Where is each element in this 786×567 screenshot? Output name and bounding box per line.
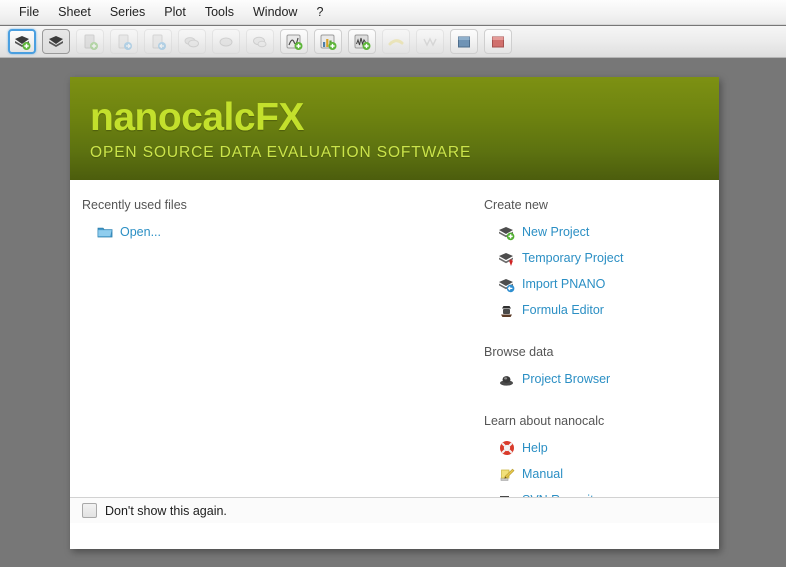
section-heading-browse-data: Browse data (484, 345, 554, 359)
menu-file[interactable]: File (10, 2, 48, 22)
section-browse-data: Browse data Project Browser (484, 345, 709, 390)
toolbar-new-project-button[interactable] (8, 29, 36, 54)
link-project-browser[interactable]: Project Browser (484, 368, 709, 390)
folder-icon (96, 224, 113, 241)
recent-files-column: Recently used files Open... (82, 198, 472, 267)
section-recent-files: Recently used files Open... (82, 198, 472, 243)
dialog-body: Recently used files Open... Create new N… (70, 180, 719, 523)
formula-editor-icon (498, 302, 515, 319)
toolbar-series-copy-button[interactable] (246, 29, 274, 54)
section-heading-create-new: Create new (484, 198, 548, 212)
project-browser-icon (498, 371, 515, 388)
link-help-label: Help (522, 441, 548, 455)
menu-help[interactable]: ? (307, 2, 332, 22)
link-open[interactable]: Open... (82, 221, 472, 243)
link-new-project[interactable]: New Project (484, 221, 709, 243)
toolbar-highlight-button[interactable] (382, 29, 410, 54)
link-project-browser-label: Project Browser (522, 372, 611, 386)
dialog-banner: nanocalcFX OPEN SOURCE DATA EVALUATION S… (70, 77, 719, 180)
link-temporary-project[interactable]: Temporary Project (484, 247, 709, 269)
link-manual[interactable]: Manual (484, 463, 709, 485)
dont-show-again-label: Don't show this again. (105, 503, 227, 518)
toolbar-add-line-chart-button[interactable] (348, 29, 376, 54)
app-title: nanocalcFX (90, 96, 304, 139)
actions-column: Create new New Project Temporary Project… (484, 198, 709, 535)
link-open-label: Open... (120, 225, 161, 239)
section-heading-learn: Learn about nanocalc (484, 414, 605, 428)
import-pnano-icon (498, 276, 515, 293)
menu-window[interactable]: Window (244, 2, 306, 22)
lifebuoy-icon (498, 440, 515, 457)
link-import-pnano-label: Import PNANO (522, 277, 606, 291)
link-import-pnano[interactable]: Import PNANO (484, 273, 709, 295)
link-new-project-label: New Project (522, 225, 590, 239)
toolbar-add-bar-chart-button[interactable] (314, 29, 342, 54)
section-create-new: Create new New Project Temporary Project… (484, 198, 709, 321)
menu-series[interactable]: Series (101, 2, 154, 22)
dont-show-again-checkbox[interactable] (82, 503, 97, 518)
app-subtitle: OPEN SOURCE DATA EVALUATION SOFTWARE (90, 144, 472, 161)
toolbar-open-project-button[interactable] (42, 29, 70, 54)
toolbar-fit-curve-button[interactable] (416, 29, 444, 54)
toolbar (0, 26, 786, 58)
toolbar-multi-series-button[interactable] (178, 29, 206, 54)
section-heading-recent: Recently used files (82, 198, 187, 212)
toolbar-series-button[interactable] (212, 29, 240, 54)
new-project-icon (498, 224, 515, 241)
toolbar-new-sheet-button[interactable] (76, 29, 104, 54)
link-formula-editor-label: Formula Editor (522, 303, 604, 317)
link-help[interactable]: Help (484, 437, 709, 459)
manual-icon (498, 466, 515, 483)
link-formula-editor[interactable]: Formula Editor (484, 299, 709, 321)
welcome-dialog: nanocalcFX OPEN SOURCE DATA EVALUATION S… (70, 77, 719, 549)
temporary-project-icon (498, 250, 515, 267)
menu-sheet[interactable]: Sheet (49, 2, 100, 22)
dialog-footer: Don't show this again. (70, 497, 719, 523)
toolbar-export-sheet-button[interactable] (144, 29, 172, 54)
menu-plot[interactable]: Plot (155, 2, 195, 22)
toolbar-red-cube-button[interactable] (484, 29, 512, 54)
link-temporary-project-label: Temporary Project (522, 251, 624, 265)
toolbar-blue-cube-button[interactable] (450, 29, 478, 54)
menu-bar: File Sheet Series Plot Tools Window ? (0, 0, 786, 25)
menu-tools[interactable]: Tools (196, 2, 243, 22)
link-manual-label: Manual (522, 467, 563, 481)
toolbar-import-sheet-button[interactable] (110, 29, 138, 54)
toolbar-add-function-button[interactable] (280, 29, 308, 54)
